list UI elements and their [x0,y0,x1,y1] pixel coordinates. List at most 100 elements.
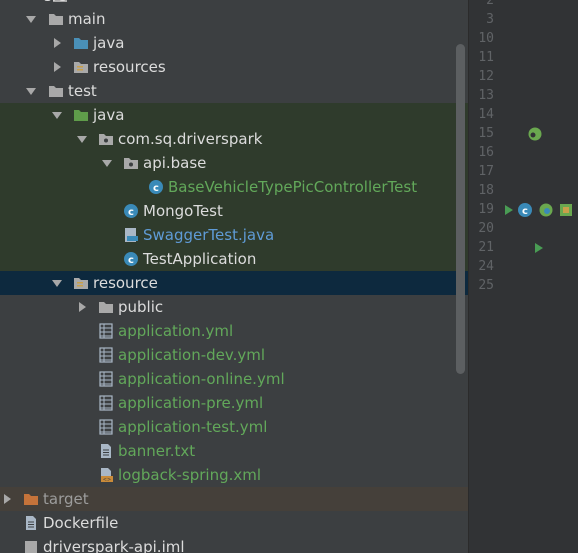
excluded-folder-icon [23,487,39,511]
tree-label: target [43,490,89,508]
source-folder-icon [73,31,89,55]
tree-label: Dockerfile [43,514,119,532]
tree-label: application.yml [118,322,234,340]
folder-icon [98,295,114,319]
folder-icon [48,79,64,103]
line-number: 15 [478,126,494,141]
folder-icon [48,7,64,31]
tree-row-resource[interactable]: resource [0,271,468,295]
tree-label: public [118,298,164,316]
run-icon[interactable] [534,238,544,257]
xml-file-icon: <> [98,463,114,487]
tree-row-main-java[interactable]: java [0,31,468,55]
chevron-right-icon[interactable] [0,487,14,511]
class-icon[interactable]: c [517,200,533,219]
tree-row-package[interactable]: com.sq.driverspark [0,127,468,151]
tree-label: application-pre.yml [118,394,264,412]
line-number: 19 [478,202,494,217]
tree-label: MongoTest [143,202,223,220]
tree-row-base-vehicle-test[interactable]: c BaseVehicleTypePicControllerTest [0,175,468,199]
tree-label: java [93,106,125,124]
editor-gutter: 2 3 10 11 12 13 14 15 16 17 18 19 20 21 … [469,0,578,553]
project-tree: src main java resources test [0,0,468,553]
tree-row-application-pre-yml[interactable]: application-pre.yml [0,391,468,415]
line-number: 20 [478,221,494,236]
tree-label: application-online.yml [118,370,285,388]
chevron-down-icon[interactable] [75,127,89,151]
svg-text:c: c [128,255,134,266]
line-number: 12 [478,69,494,84]
tree-row-public[interactable]: public [0,295,468,319]
test-source-folder-icon [73,103,89,127]
tree-row-iml[interactable]: driverspark-api.iml [0,535,468,553]
tree-row-test-application[interactable]: c TestApplication [0,247,468,271]
tree-label: BaseVehicleTypePicControllerTest [168,178,418,196]
spring-bean-icon[interactable] [527,124,543,143]
tree-row-main[interactable]: main [0,7,468,31]
tree-row-banner-txt[interactable]: banner.txt [0,439,468,463]
tree-label: resource [93,274,158,292]
tree-row-target[interactable]: target [0,487,468,511]
line-number: 2 [486,0,494,8]
line-number: 14 [478,107,494,122]
svg-text:c: c [153,183,159,194]
svg-text:<>: <> [103,477,111,483]
tree-label: com.sq.driverspark [118,130,263,148]
package-icon [98,127,114,151]
tree-row-application-test-yml[interactable]: application-test.yml [0,415,468,439]
line-number: 24 [478,259,494,274]
chevron-right-icon[interactable] [50,55,64,79]
tree-row-swagger-test[interactable]: SwaggerTest.java [0,223,468,247]
spring-bean-icon[interactable] [538,200,554,219]
resources-folder-icon [73,55,89,79]
class-icon: c [123,247,139,271]
tree-label: resources [93,58,166,76]
yaml-file-icon [98,367,114,391]
tree-label: logback-spring.xml [118,466,262,484]
text-file-icon [98,439,114,463]
tree-row-application-dev-yml[interactable]: application-dev.yml [0,343,468,367]
java-file-icon [123,223,139,247]
tree-scrollbar[interactable] [456,44,465,374]
test-class-icon: c [148,175,164,199]
yaml-file-icon [98,319,114,343]
line-number: 18 [478,183,494,198]
chevron-down-icon[interactable] [24,79,38,103]
tree-row-test-java[interactable]: java [0,103,468,127]
chevron-down-icon[interactable] [24,7,38,31]
tree-label: SwaggerTest.java [143,226,275,244]
spring-config-icon[interactable] [558,200,574,219]
yaml-file-icon [98,391,114,415]
package-icon [123,151,139,175]
chevron-down-icon[interactable] [100,151,114,175]
tree-row-main-resources[interactable]: resources [0,55,468,79]
svg-text:c: c [128,207,134,218]
tree-label: driverspark-api.iml [43,538,185,553]
tree-label: TestApplication [143,250,257,268]
line-number: 25 [478,278,494,293]
tree-row-application-yml[interactable]: application.yml [0,319,468,343]
chevron-right-icon[interactable] [75,295,89,319]
line-number: 10 [478,31,494,46]
tree-label: test [68,82,97,100]
tree-row-application-online-yml[interactable]: application-online.yml [0,367,468,391]
chevron-right-icon[interactable] [50,31,64,55]
chevron-down-icon[interactable] [50,103,64,127]
tree-row-test[interactable]: test [0,79,468,103]
line-number: 17 [478,164,494,179]
tree-label: application-dev.yml [118,346,266,364]
chevron-down-icon[interactable] [50,271,64,295]
tree-row-dockerfile[interactable]: Dockerfile [0,511,468,535]
class-icon: c [123,199,139,223]
tree-row-mongo-test[interactable]: c MongoTest [0,199,468,223]
tree-row-logback-xml[interactable]: <> logback-spring.xml [0,463,468,487]
tree-label: api.base [143,154,207,172]
tree-label: main [68,10,106,28]
tree-label: java [93,34,125,52]
run-icon[interactable] [504,200,514,219]
line-number: 16 [478,145,494,160]
tree-label: application-test.yml [118,418,268,436]
tree-row-api-base[interactable]: api.base [0,151,468,175]
line-number: 21 [478,240,494,255]
file-icon [23,511,39,535]
